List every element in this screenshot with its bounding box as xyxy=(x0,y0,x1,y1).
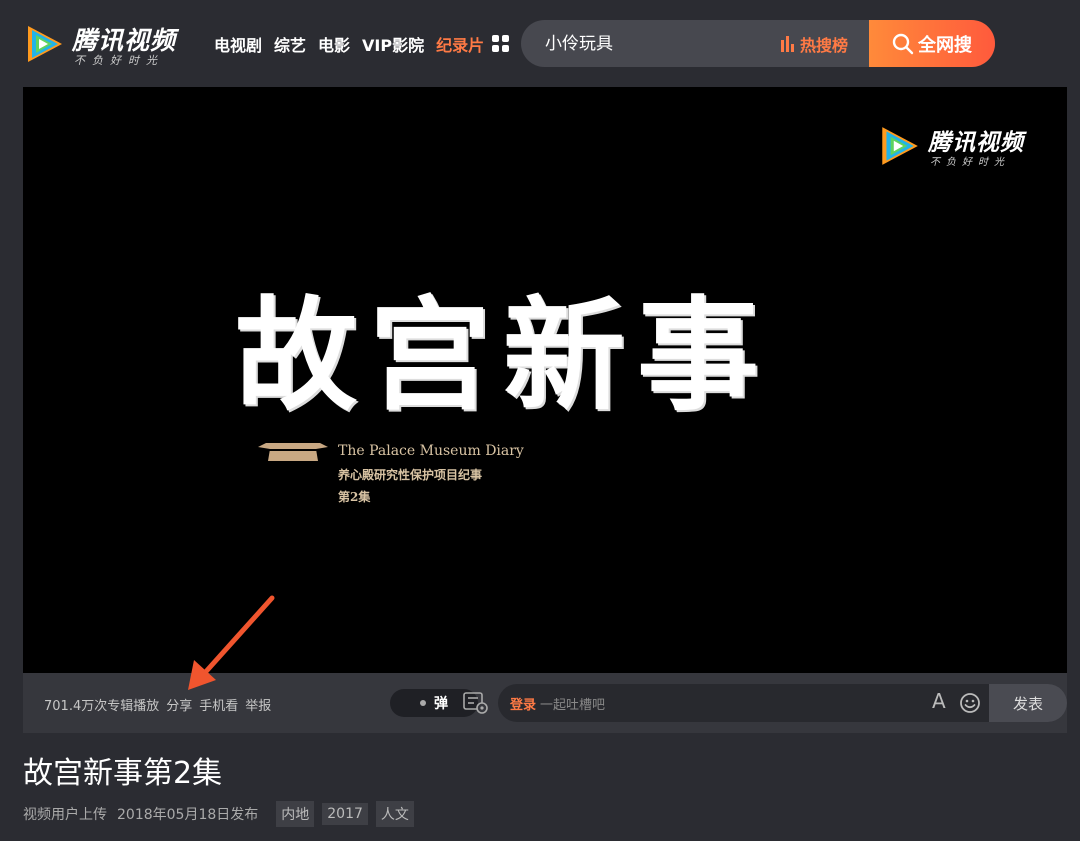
tag-region[interactable]: 内地 xyxy=(276,801,315,827)
watermark-slogan: 不负好时光 xyxy=(930,157,1010,168)
main-nav: 电视剧 综艺 电影 VIP影院 纪录片 xyxy=(214,31,510,57)
nav-item-documentary[interactable]: 纪录片 xyxy=(436,32,484,56)
toggle-dot-icon xyxy=(420,700,426,706)
nav-item-variety[interactable]: 综艺 xyxy=(274,32,306,56)
play-logo-icon xyxy=(28,26,62,62)
video-player[interactable]: 腾讯视频 不负好时光 故宫新事 The Palace Museum Diary … xyxy=(23,87,1067,673)
more-grid-icon[interactable] xyxy=(492,35,510,53)
uploader-label: 视频用户上传 xyxy=(23,807,107,823)
font-style-icon[interactable]: A xyxy=(932,689,946,713)
subtitle-english: The Palace Museum Diary xyxy=(338,443,524,459)
play-logo-icon xyxy=(882,127,918,165)
post-button[interactable]: 发表 xyxy=(989,684,1067,722)
mobile-watch-link[interactable]: 手机看 xyxy=(199,695,238,714)
comment-input[interactable]: 一起吐槽吧 xyxy=(540,694,605,713)
player-watermark: 腾讯视频 不负好时光 xyxy=(876,123,1036,171)
header: 腾讯视频 不负好时光 电视剧 综艺 电影 VIP影院 纪录片 热搜榜 全网搜 xyxy=(0,0,1080,86)
nav-item-vip[interactable]: VIP影院 xyxy=(362,32,424,56)
palace-roof-icon xyxy=(258,443,328,461)
publish-date: 2018年05月18日发布 xyxy=(117,807,259,823)
tag-genre[interactable]: 人文 xyxy=(375,801,414,827)
search-icon xyxy=(892,33,914,54)
share-link[interactable]: 分享 xyxy=(166,695,192,714)
hot-search-label: 热搜榜 xyxy=(800,35,849,55)
subtitle-chinese: 养心殿研究性保护项目纪事 xyxy=(338,468,483,482)
bar-chart-icon xyxy=(781,35,796,52)
play-count: 701.4万次专辑播放 xyxy=(44,699,160,714)
video-title: 故宫新事第2集 xyxy=(23,756,223,791)
documentary-title-art: 故宫新事 xyxy=(235,283,771,427)
search-button-label: 全网搜 xyxy=(918,34,972,56)
logo-slogan: 不负好时光 xyxy=(74,54,164,67)
episode-label: 第2集 xyxy=(338,490,371,504)
report-link[interactable]: 举报 xyxy=(245,695,271,714)
login-link[interactable]: 登录 xyxy=(510,694,536,713)
search-button[interactable]: 全网搜 xyxy=(869,20,995,67)
hot-search-link[interactable]: 热搜榜 xyxy=(781,20,848,67)
video-info: 视频用户上传 2018年05月18日发布 内地 2017 人文 xyxy=(23,801,414,827)
search-input[interactable] xyxy=(543,20,767,67)
tag-year[interactable]: 2017 xyxy=(322,803,368,825)
danmu-toggle-label: 弹 xyxy=(434,696,448,712)
video-meta: 701.4万次专辑播放 分享 手机看 举报 xyxy=(44,695,278,714)
search-bar: 热搜榜 全网搜 xyxy=(521,20,995,67)
nav-item-tv[interactable]: 电视剧 xyxy=(214,32,262,56)
player-action-bar: 701.4万次专辑播放 分享 手机看 举报 弹 登录 一起吐槽吧 A 发表 xyxy=(23,673,1067,733)
emoji-icon[interactable] xyxy=(959,692,981,714)
danmu-comment-box: 登录 一起吐槽吧 A 发表 xyxy=(498,684,1067,722)
nav-item-movie[interactable]: 电影 xyxy=(318,32,350,56)
watermark-name: 腾讯视频 xyxy=(928,130,1024,156)
site-logo[interactable]: 腾讯视频 不负好时光 xyxy=(22,20,182,68)
danmu-settings-icon[interactable] xyxy=(463,691,489,715)
